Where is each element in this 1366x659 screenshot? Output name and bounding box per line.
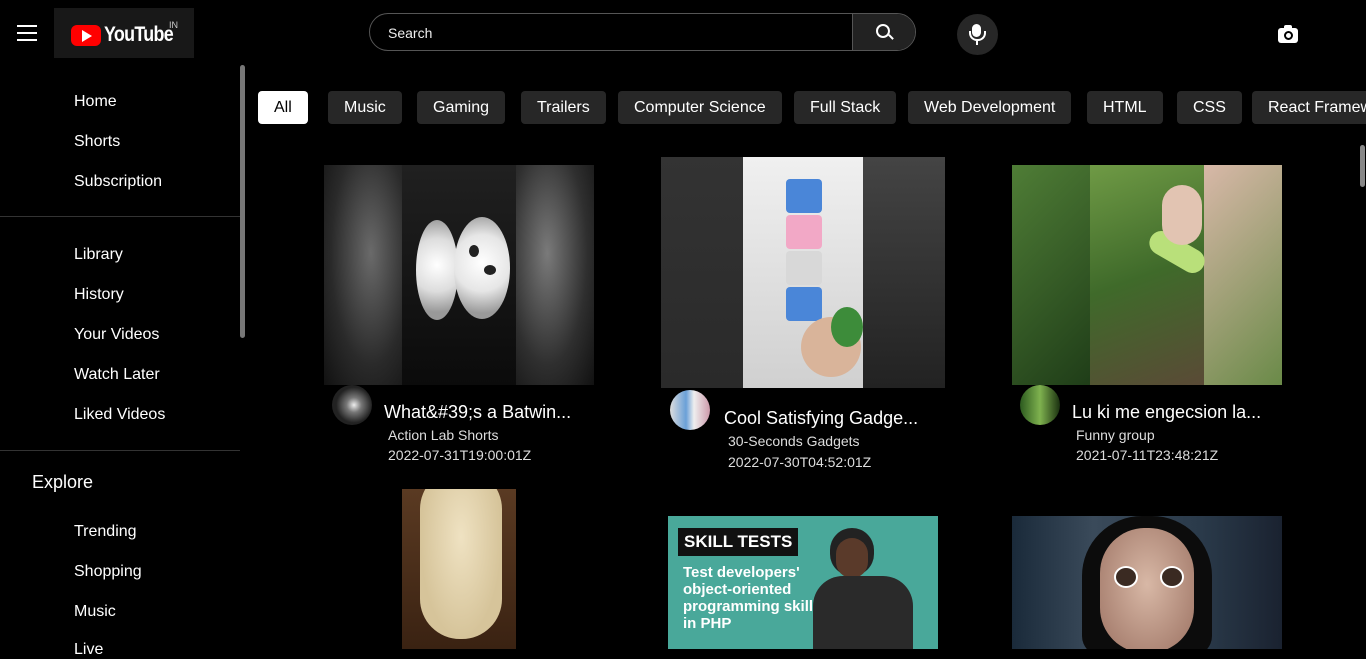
sidebar-item-subscription[interactable]: Subscription (74, 173, 162, 191)
video-thumbnail[interactable] (324, 165, 594, 385)
sidebar-divider (0, 450, 240, 451)
thumbnail-text: Test developers' object-oriented program… (683, 564, 822, 632)
chip-trailers[interactable]: Trailers (521, 91, 606, 124)
sidebar-scrollbar[interactable] (240, 65, 245, 338)
sidebar-item-history[interactable]: History (74, 286, 124, 304)
sidebar-item-live[interactable]: Live (74, 641, 103, 659)
channel-avatar[interactable] (1020, 385, 1060, 425)
sidebar: Home Shorts Subscription Library History… (0, 60, 240, 658)
country-code: IN (169, 20, 178, 30)
thumbnail-heading: SKILL TESTS (678, 528, 799, 556)
sidebar-item-home[interactable]: Home (74, 93, 117, 111)
voice-search-button[interactable] (957, 14, 998, 55)
channel-name[interactable]: Action Lab Shorts (388, 427, 499, 443)
sidebar-item-liked-videos[interactable]: Liked Videos (74, 406, 165, 424)
explore-heading: Explore (32, 472, 94, 492)
sidebar-item-music[interactable]: Music (74, 603, 116, 621)
sidebar-item-trending[interactable]: Trending (74, 523, 137, 541)
channel-name[interactable]: 30-Seconds Gadgets (728, 433, 860, 449)
chip-music[interactable]: Music (328, 91, 402, 124)
chip-react-framework[interactable]: React Framework (1252, 91, 1366, 124)
sidebar-item-library[interactable]: Library (74, 246, 123, 264)
channel-name[interactable]: Funny group (1076, 427, 1155, 443)
main-scrollbar[interactable] (1360, 145, 1365, 187)
video-thumbnail[interactable] (402, 489, 516, 649)
video-title[interactable]: Cool Satisfying Gadge... (724, 408, 918, 429)
chip-html[interactable]: HTML (1087, 91, 1163, 124)
video-thumbnail[interactable]: SKILL TESTS Test developers' object-orie… (668, 516, 938, 649)
video-title[interactable]: Lu ki me engecsion la... (1072, 402, 1261, 423)
video-date: 2021-07-11T23:48:21Z (1076, 447, 1219, 463)
channel-avatar[interactable] (670, 390, 710, 430)
sidebar-item-your-videos[interactable]: Your Videos (74, 326, 159, 344)
youtube-logo[interactable]: YouTube IN (54, 8, 194, 58)
chip-gaming[interactable]: Gaming (417, 91, 506, 124)
video-title[interactable]: What&#39;s a Batwin... (384, 402, 571, 423)
video-thumbnail[interactable] (1012, 516, 1282, 649)
search-button[interactable] (852, 14, 915, 50)
search-input[interactable] (386, 14, 850, 50)
sidebar-item-watch-later[interactable]: Watch Later (74, 366, 160, 384)
chip-full-stack[interactable]: Full Stack (794, 91, 897, 124)
video-thumbnail[interactable] (1012, 165, 1282, 385)
video-date: 2022-07-31T19:00:01Z (388, 447, 532, 463)
sidebar-divider (0, 216, 240, 217)
search-bar (369, 13, 916, 51)
video-date: 2022-07-30T04:52:01Z (728, 454, 872, 470)
video-thumbnail[interactable] (661, 157, 945, 388)
menu-icon[interactable] (17, 25, 37, 43)
sidebar-item-shopping[interactable]: Shopping (74, 563, 142, 581)
chip-css[interactable]: CSS (1177, 91, 1242, 124)
chip-computer-science[interactable]: Computer Science (618, 91, 782, 124)
logo-text: YouTube (104, 23, 174, 46)
search-icon (876, 24, 890, 38)
camera-icon[interactable] (1278, 25, 1298, 43)
chip-web-development[interactable]: Web Development (908, 91, 1072, 124)
youtube-play-icon (71, 25, 101, 46)
sidebar-item-shorts[interactable]: Shorts (74, 133, 120, 151)
channel-avatar[interactable] (332, 385, 372, 425)
chip-all[interactable]: All (258, 91, 308, 124)
